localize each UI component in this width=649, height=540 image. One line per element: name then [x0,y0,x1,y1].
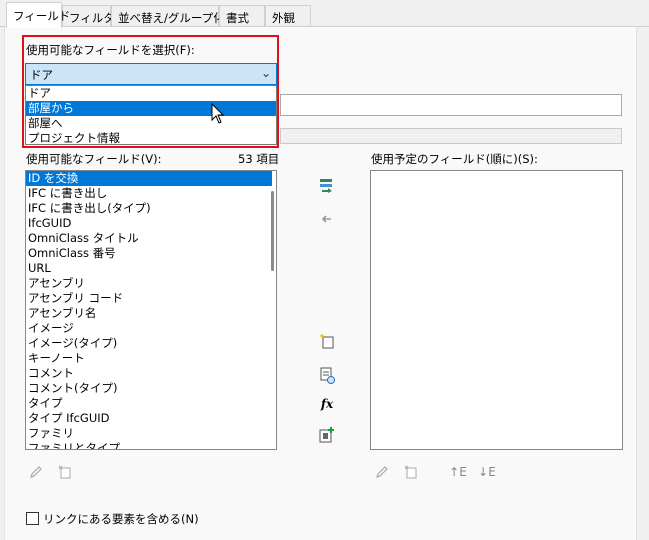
scheduled-fields-label: 使用予定のフィールド(順に)(S): [371,152,538,166]
scheduled-fields-list[interactable] [370,170,623,450]
category-option[interactable]: ドア [26,86,276,101]
category-label: 使用可能なフィールドを選択(F): [26,43,195,57]
available-field-item[interactable]: イメージ(タイプ) [26,336,276,351]
parameter-description-box [280,128,622,144]
available-field-item[interactable]: タイプ IfcGUID [26,411,276,426]
available-fields-count: 53 項目 [238,152,280,166]
available-field-item[interactable]: イメージ [26,321,276,336]
edit-parameter-icon[interactable] [27,463,45,481]
tab-label: フィルタ [69,11,115,25]
available-field-item[interactable]: キーノート [26,351,276,366]
category-combo[interactable]: ドア ⌄ [25,63,277,85]
available-fields-list[interactable]: ID を交換 IFC に書き出し IFC に書き出し(タイプ) IfcGUID Omni… [25,170,277,450]
available-field-item[interactable]: アセンブリ [26,276,276,291]
tab-formatting[interactable]: 書式 [219,5,265,27]
available-field-item-selected[interactable]: ID を交換 [26,171,272,186]
available-field-item[interactable]: アセンブリ コード [26,291,276,306]
include-linked-checkbox[interactable] [26,512,39,525]
available-field-item[interactable]: タイプ [26,396,276,411]
available-field-item[interactable]: OmniClass タイトル [26,231,276,246]
category-option[interactable]: 部屋へ [26,116,276,131]
tab-label: 書式 [226,11,249,25]
scrollbar-thumb[interactable] [271,191,274,271]
parameter-search-input[interactable] [280,94,622,116]
tab-label: 外観 [272,11,295,25]
tab-label: 並べ替え/グループ化 [118,11,225,25]
available-field-item[interactable]: アセンブリ名 [26,306,276,321]
tab-fields[interactable]: フィールド [6,2,70,28]
category-dropdown-list: ドア 部屋から 部屋へ プロジェクト情報 [25,85,277,145]
new-parameter-icon[interactable] [318,332,336,350]
available-field-item[interactable]: OmniClass 番号 [26,246,276,261]
available-field-item[interactable]: URL [26,261,276,276]
calculated-value-icon[interactable]: fx [318,395,336,413]
available-field-item[interactable]: コメント [26,366,276,381]
edit-scheduled-parameter-icon[interactable] [373,463,391,481]
move-down-icon[interactable]: ↓E [478,463,496,481]
available-field-item[interactable]: IfcGUID [26,216,276,231]
available-field-item[interactable]: コメント(タイプ) [26,381,276,396]
available-field-item[interactable]: ファミリ [26,426,276,441]
remove-parameter-icon[interactable] [317,210,335,228]
add-parameter-icon[interactable] [317,176,335,194]
add-all-icon[interactable] [318,426,336,444]
delete-parameter-icon[interactable] [56,463,74,481]
available-field-item[interactable]: IFC に書き出し [26,186,276,201]
tab-label: フィールド [13,9,71,23]
category-combo-value: ドア [30,68,53,82]
delete-scheduled-parameter-icon[interactable] [402,463,420,481]
tab-appearance[interactable]: 外観 [265,5,311,27]
available-fields-label: 使用可能なフィールド(V): [26,152,162,166]
tab-sort-group[interactable]: 並べ替え/グループ化 [111,5,225,27]
available-field-item[interactable]: IFC に書き出し(タイプ) [26,201,276,216]
chevron-down-icon[interactable]: ⌄ [261,66,271,80]
available-field-item[interactable]: ファミリとタイプ [26,441,276,449]
tab-bar: フィールド フィルタ 並べ替え/グループ化 書式 外観 [0,0,649,28]
include-linked-label: リンクにある要素を含める(N) [43,512,199,526]
mouse-cursor-icon [211,103,225,124]
category-option-selected[interactable]: 部屋から [26,101,276,116]
category-option[interactable]: プロジェクト情報 [26,131,276,146]
move-up-icon[interactable]: ↑E [449,463,467,481]
combine-parameters-icon[interactable] [318,366,336,384]
